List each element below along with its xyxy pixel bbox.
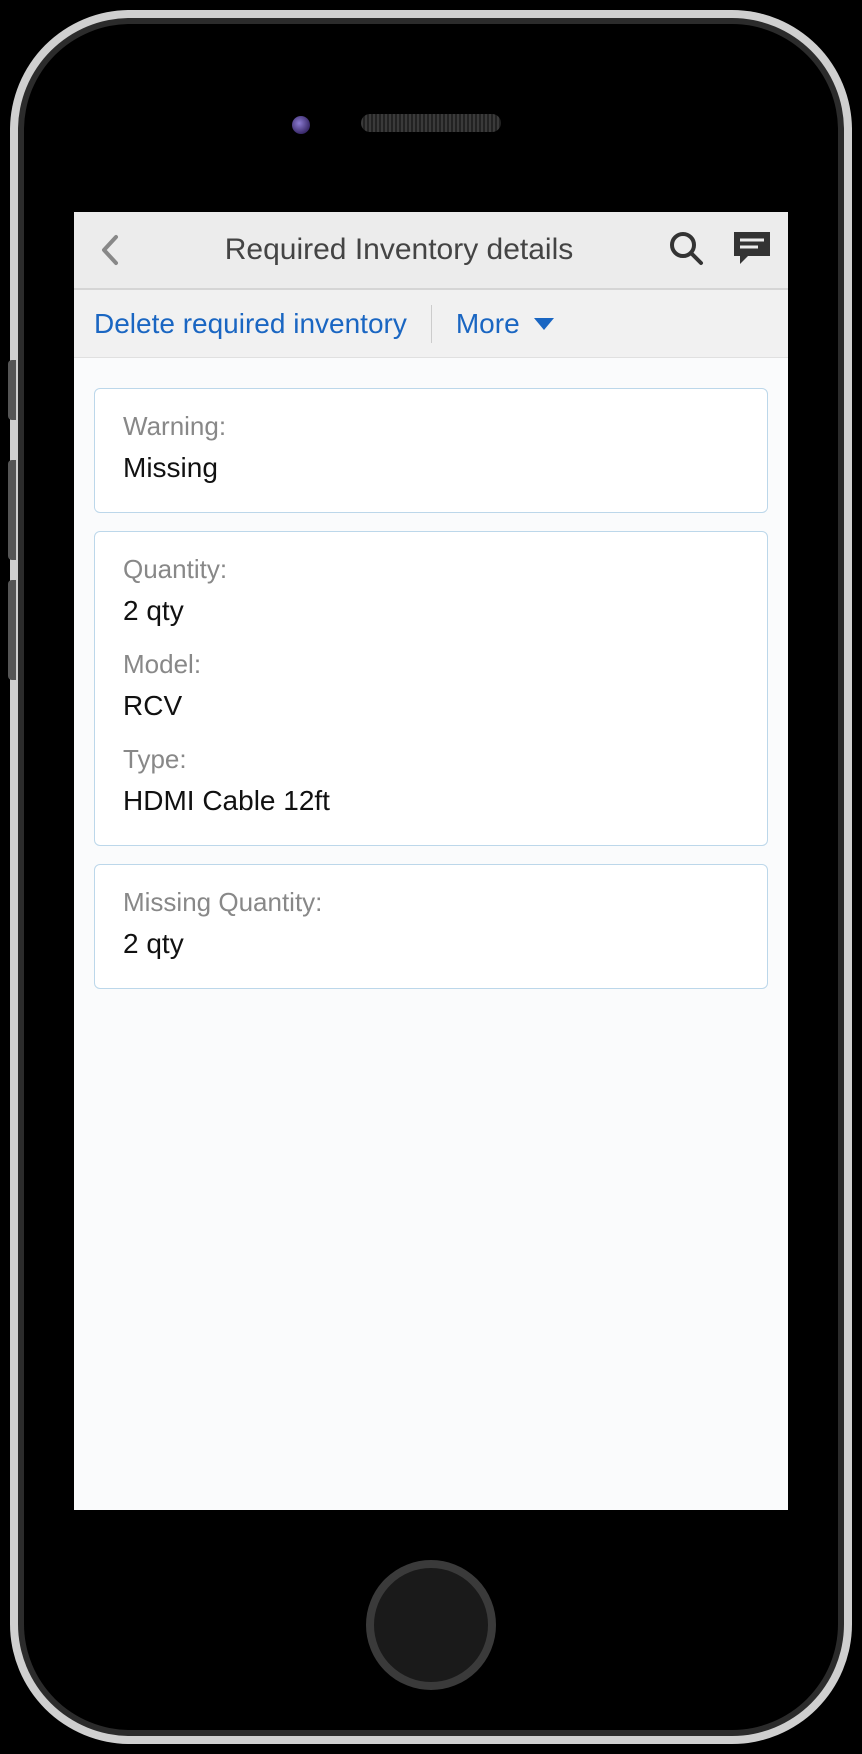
missing-card: Missing Quantity: 2 qty xyxy=(94,864,768,989)
warning-label: Warning: xyxy=(123,411,739,442)
back-button[interactable] xyxy=(90,233,130,267)
missing-quantity-value: 2 qty xyxy=(123,928,739,960)
model-label: Model: xyxy=(123,649,739,680)
type-value: HDMI Cable 12ft xyxy=(123,785,739,817)
chat-icon xyxy=(732,230,772,266)
home-button[interactable] xyxy=(366,1560,496,1690)
phone-frame: Required Inventory details xyxy=(10,10,852,1744)
type-label: Type: xyxy=(123,744,739,775)
delete-required-inventory-button[interactable]: Delete required inventory xyxy=(94,308,407,340)
action-bar: Delete required inventory More xyxy=(74,290,788,358)
more-button[interactable]: More xyxy=(456,308,554,340)
app-header: Required Inventory details xyxy=(74,212,788,290)
screen: Required Inventory details xyxy=(74,212,788,1510)
warning-card: Warning: Missing xyxy=(94,388,768,513)
chevron-left-icon xyxy=(100,233,120,267)
quantity-value: 2 qty xyxy=(123,595,739,627)
quantity-label: Quantity: xyxy=(123,554,739,585)
page-title: Required Inventory details xyxy=(130,233,668,267)
phone-bezel: Required Inventory details xyxy=(18,18,844,1736)
warning-value: Missing xyxy=(123,452,739,484)
chevron-down-icon xyxy=(534,318,554,330)
volume-up-button xyxy=(8,460,16,560)
chat-button[interactable] xyxy=(732,230,772,271)
mute-switch xyxy=(8,360,16,420)
missing-quantity-label: Missing Quantity: xyxy=(123,887,739,918)
speaker-grill xyxy=(361,114,501,132)
search-icon xyxy=(668,230,704,266)
volume-down-button xyxy=(8,580,16,680)
model-value: RCV xyxy=(123,690,739,722)
details-card: Quantity: 2 qty Model: RCV Type: HDMI Ca… xyxy=(94,531,768,846)
divider xyxy=(431,305,432,343)
content-area: Warning: Missing Quantity: 2 qty Model: … xyxy=(74,358,788,1037)
more-label: More xyxy=(456,308,520,340)
search-button[interactable] xyxy=(668,230,704,271)
front-camera xyxy=(292,116,310,134)
